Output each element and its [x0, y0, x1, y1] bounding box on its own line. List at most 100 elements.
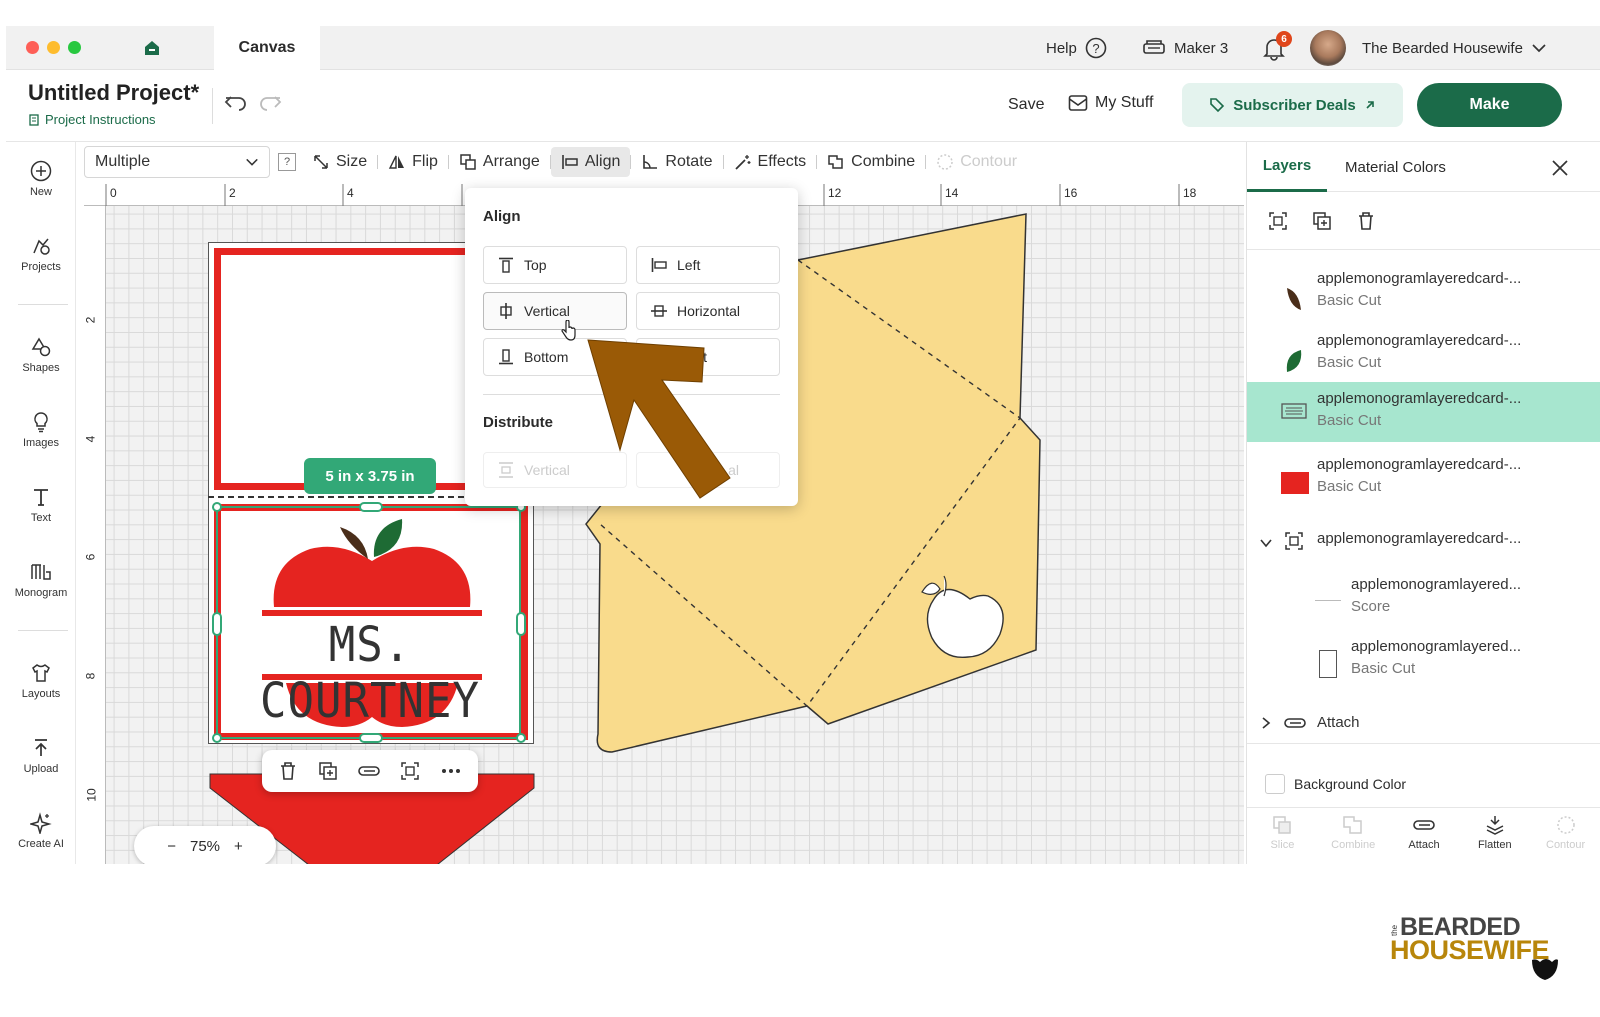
effects-label: Effects	[757, 153, 807, 170]
layer-row[interactable]: applemonogramlayeredcard-... Basic Cut	[1247, 266, 1600, 328]
help-square-button[interactable]: ?	[278, 153, 296, 171]
layer-row-selected[interactable]: applemonogramlayeredcard-... Basic Cut	[1247, 382, 1600, 442]
ruler-label: 14	[945, 186, 959, 200]
chevron-right-icon[interactable]	[1259, 716, 1273, 730]
contour-tool[interactable]: Contour	[926, 147, 1027, 177]
notifications-button[interactable]: 6	[1262, 31, 1292, 66]
align-vertical-label: Vertical	[524, 303, 570, 319]
tab-canvas[interactable]: Canvas	[214, 26, 320, 70]
layer-name: applemonogramlayeredcard-...	[1317, 390, 1522, 407]
duplicate-icon[interactable]	[1311, 210, 1333, 232]
chevron-down-icon[interactable]	[1259, 536, 1273, 550]
my-stuff-button[interactable]: My Stuff	[1068, 94, 1153, 112]
attach-tool[interactable]: Attach	[1394, 814, 1454, 864]
layer-row[interactable]: applemonogramlayered... Basic Cut	[1247, 634, 1600, 696]
resize-handle[interactable]	[359, 733, 383, 743]
zoom-in-button[interactable]: +	[234, 838, 243, 855]
arrange-tool[interactable]: Arrange	[449, 147, 550, 177]
align-bottom-option[interactable]: Bottom	[483, 338, 627, 376]
layer-row[interactable]: applemonogramlayeredcard-... Basic Cut	[1247, 328, 1600, 390]
svg-text:?: ?	[1092, 41, 1099, 56]
machine-selector[interactable]: Maker 3	[1142, 26, 1228, 70]
group-row[interactable]: applemonogramlayeredcard-...	[1247, 522, 1600, 562]
zoom-out-button[interactable]: −	[167, 838, 176, 855]
layer-name: applemonogramlayeredcard-...	[1317, 332, 1522, 349]
avatar[interactable]	[1310, 30, 1346, 66]
duplicate-icon[interactable]	[317, 760, 339, 782]
nav-text[interactable]: Text	[6, 486, 76, 524]
maximize-window-button[interactable]	[68, 41, 81, 54]
trash-icon[interactable]	[1355, 210, 1377, 232]
more-icon[interactable]	[439, 760, 463, 782]
align-vertical-option[interactable]: Vertical	[483, 292, 627, 330]
nav-projects[interactable]: Projects	[6, 235, 76, 273]
slice-tool[interactable]: Slice	[1252, 814, 1312, 864]
align-top-option[interactable]: Top	[483, 246, 627, 284]
align-right-option[interactable]: t	[636, 338, 780, 376]
help-menu[interactable]: Help ?	[1046, 26, 1107, 70]
combine-tool-panel[interactable]: Combine	[1323, 814, 1383, 864]
save-button[interactable]: Save	[1008, 96, 1044, 114]
resize-handle[interactable]	[212, 612, 222, 636]
flatten-tool[interactable]: Flatten	[1465, 814, 1525, 864]
selection-dropdown[interactable]: Multiple	[84, 146, 270, 178]
resize-handle[interactable]	[212, 502, 222, 512]
nav-monogram[interactable]: Monogram	[6, 561, 76, 599]
nav-shapes-label: Shapes	[22, 362, 60, 374]
close-icon[interactable]	[1551, 159, 1569, 177]
nav-layouts[interactable]: Layouts	[6, 662, 76, 700]
attach-icon[interactable]	[357, 760, 381, 782]
nav-images[interactable]: Images	[6, 411, 76, 449]
resize-handle[interactable]	[359, 502, 383, 512]
size-tool[interactable]: Size	[302, 147, 377, 177]
layer-type: Basic Cut	[1351, 660, 1416, 677]
group-icon[interactable]	[1267, 210, 1289, 232]
layer-row[interactable]: applemonogramlayeredcard-... Basic Cut	[1247, 452, 1600, 514]
distribute-vertical-option[interactable]: Vertical	[483, 452, 627, 488]
rotate-tool[interactable]: Rotate	[631, 147, 722, 177]
layer-actions	[1247, 192, 1600, 250]
undo-icon[interactable]	[223, 92, 249, 114]
nav-create-ai[interactable]: Create AI	[6, 812, 76, 850]
nav-upload[interactable]: Upload	[6, 737, 76, 775]
flip-tool[interactable]: Flip	[378, 147, 448, 177]
close-window-button[interactable]	[26, 41, 39, 54]
group-icon[interactable]	[399, 760, 421, 782]
effects-tool[interactable]: Effects	[724, 147, 817, 177]
project-title[interactable]: Untitled Project*	[28, 80, 199, 106]
resize-handle[interactable]	[516, 733, 526, 743]
selection-box[interactable]	[212, 502, 526, 743]
home-icon[interactable]	[142, 38, 162, 63]
resize-handle[interactable]	[516, 612, 526, 636]
attach-label: Attach	[1408, 839, 1440, 851]
combine-tool[interactable]: Combine	[817, 147, 925, 177]
layer-row[interactable]: applemonogramlayered... Score	[1247, 572, 1600, 634]
user-menu[interactable]: The Bearded Housewife	[1362, 26, 1547, 70]
make-button[interactable]: Make	[1417, 83, 1562, 127]
tab-layers[interactable]: Layers	[1247, 142, 1327, 192]
background-color-swatch[interactable]	[1265, 774, 1285, 794]
attach-group-row[interactable]: Attach	[1247, 702, 1600, 744]
subscriber-deals-button[interactable]: Subscriber Deals	[1182, 83, 1403, 127]
ruler-label: 12	[828, 186, 842, 200]
minimize-window-button[interactable]	[47, 41, 60, 54]
align-menu: Align Top Left Vertical Horizontal Botto…	[465, 188, 798, 506]
nav-shapes[interactable]: Shapes	[6, 336, 76, 374]
align-horizontal-label: Horizontal	[677, 303, 741, 319]
layer-name: applemonogramlayeredcard-...	[1317, 530, 1522, 547]
distribute-horizontal-option[interactable]: al	[636, 452, 780, 488]
align-left-option[interactable]: Left	[636, 246, 780, 284]
trash-icon[interactable]	[277, 760, 299, 782]
align-menu-title: Align	[483, 208, 521, 225]
resize-handle[interactable]	[212, 733, 222, 743]
align-left-label: Left	[677, 257, 701, 273]
tab-material-colors[interactable]: Material Colors	[1345, 142, 1446, 192]
align-tool[interactable]: Align	[550, 147, 631, 177]
align-horizontal-option[interactable]: Horizontal	[636, 292, 780, 330]
background-color-row[interactable]: Background Color	[1247, 768, 1600, 808]
my-stuff-label: My Stuff	[1095, 94, 1154, 111]
nav-new[interactable]: New	[6, 160, 76, 198]
project-instructions-link[interactable]: Project Instructions	[28, 112, 156, 127]
contour-tool-panel[interactable]: Contour	[1536, 814, 1596, 864]
redo-icon[interactable]	[257, 92, 283, 114]
